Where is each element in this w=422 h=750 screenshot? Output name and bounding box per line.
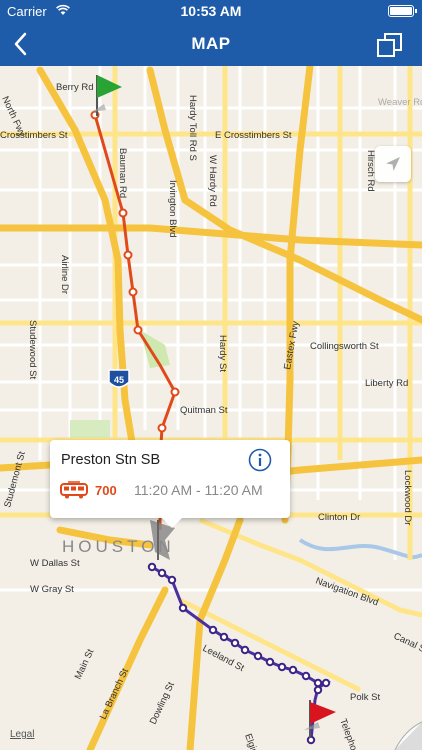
map-label-polk-st: Polk St [350, 692, 380, 703]
map-label-collingsworth-st: Collingsworth St [310, 341, 379, 352]
map-canvas[interactable]: Berry Rd Bauman Rd E Crosstimbers St Cro… [0, 66, 422, 750]
battery-icon [388, 5, 417, 17]
status-bar: Carrier 10:53 AM [0, 0, 422, 22]
map-label-berry-rd: Berry Rd [56, 82, 93, 93]
map-label-liberty-rd: Liberty Rd [365, 378, 408, 389]
legal-link[interactable]: Legal [10, 729, 34, 740]
park [70, 420, 110, 440]
map-label-hardy-st: Hardy St [217, 335, 228, 372]
info-icon[interactable] [248, 448, 272, 472]
interstate-shield: 45 [108, 369, 130, 388]
map-view[interactable]: Berry Rd Bauman Rd E Crosstimbers St Cro… [0, 66, 422, 750]
map-label-studewood-st: Studewood St [27, 320, 38, 380]
navigation-bar: MAP [0, 22, 422, 66]
bus-icon [60, 481, 88, 499]
map-label-w-gray-st: W Gray St [30, 584, 74, 595]
clock: 10:53 AM [180, 3, 242, 19]
map-label-airline-dr: Airline Dr [59, 255, 70, 294]
map-label-weaver-rd: Weaver Rd [378, 97, 422, 108]
map-label-w-hardy-rd: W Hardy Rd [207, 155, 218, 207]
arrival-times: 11:20 AM - 11:20 AM [134, 482, 263, 498]
page-title: MAP [191, 34, 231, 53]
map-label-lockwood-dr: Lockwood Dr [402, 470, 413, 525]
map-label-clinton-dr: Clinton Dr [318, 512, 360, 523]
route-number: 700 [95, 483, 117, 498]
stop-callout[interactable]: Preston Stn SB 700 11:20 AM - 11:20 AM [50, 440, 290, 528]
stop-name: Preston Stn SB [61, 452, 161, 468]
map-label-e-crosstimbers-st: E Crosstimbers St [215, 130, 292, 141]
locate-me-button[interactable] [375, 146, 411, 182]
map-label-w-dallas-st: W Dallas St [30, 558, 80, 569]
svg-text:45: 45 [114, 375, 124, 385]
map-label-crosstimbers-st: Crosstimbers St [0, 130, 68, 141]
map-label-irvington-blvd: Irvington Blvd [167, 180, 178, 238]
map-label-quitman-st: Quitman St [180, 405, 228, 416]
map-label-bauman-rd: Bauman Rd [117, 148, 128, 198]
copy-icon[interactable] [376, 31, 404, 59]
map-label-hardy-toll-rd: Hardy Toll Rd S [187, 95, 198, 161]
